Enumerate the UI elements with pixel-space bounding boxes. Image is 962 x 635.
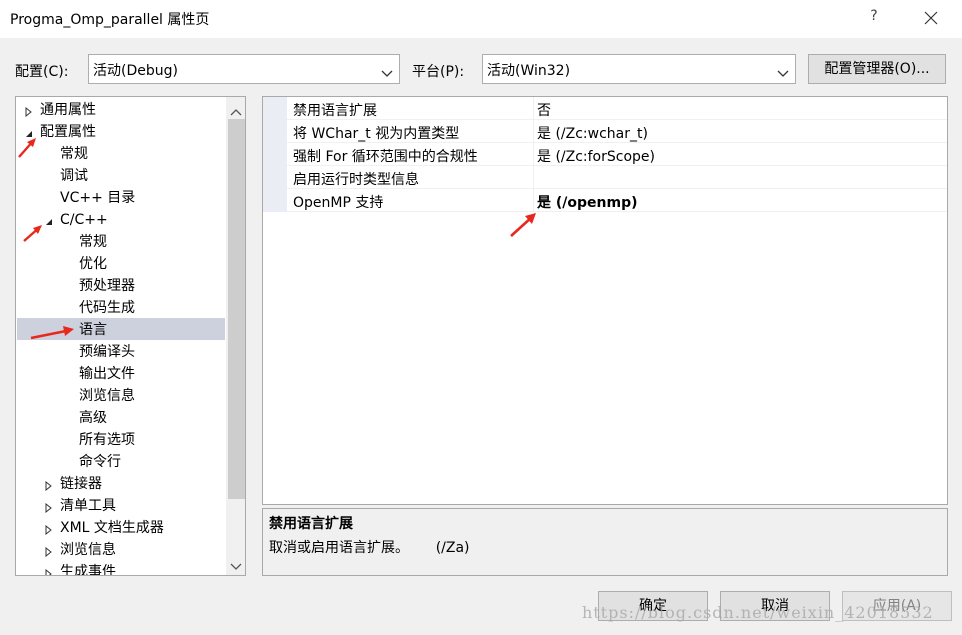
tree-item[interactable]: 浏览信息	[60, 539, 116, 561]
column-separator	[533, 166, 534, 189]
platform-value: 活动(Win32)	[487, 63, 571, 79]
close-icon[interactable]	[920, 7, 942, 29]
tree-item[interactable]: 预处理器	[79, 275, 135, 297]
property-value[interactable]: 是 (/Zc:forScope)	[537, 146, 655, 166]
tree-item[interactable]: 常规	[79, 231, 107, 253]
description-title: 禁用语言扩展	[269, 516, 353, 532]
expand-triangle-icon[interactable]	[24, 105, 34, 118]
tree-item[interactable]: 代码生成	[79, 297, 135, 319]
scroll-down-icon[interactable]	[230, 559, 242, 570]
tree-item[interactable]: 语言	[79, 319, 107, 341]
tree-item[interactable]: 预编译头	[79, 341, 135, 363]
row-gutter	[263, 120, 287, 143]
tree-item[interactable]: 所有选项	[79, 429, 135, 451]
property-name: 强制 For 循环范围中的合规性	[293, 149, 478, 165]
column-separator	[533, 120, 534, 143]
chevron-down-icon	[777, 66, 789, 77]
expand-triangle-icon[interactable]	[44, 479, 54, 492]
title-bar: Progma_Omp_parallel 属性页 ?	[0, 0, 962, 38]
annotation-arrow-icon	[23, 225, 42, 242]
property-row[interactable]: 强制 For 循环范围中的合规性 是 (/Zc:forScope)	[263, 143, 947, 166]
property-value[interactable]: 是 (/Zc:wchar_t)	[537, 123, 648, 143]
window-title: Progma_Omp_parallel 属性页	[10, 12, 210, 28]
expand-triangle-icon[interactable]	[44, 545, 54, 558]
description-text: 取消或启用语言扩展。 (/Za)	[269, 540, 470, 556]
property-name: OpenMP 支持	[293, 195, 384, 211]
scrollbar-thumb[interactable]	[228, 119, 245, 499]
tree-item[interactable]: 浏览信息	[79, 385, 135, 407]
config-label: 配置(C):	[15, 64, 69, 80]
tree-item[interactable]: VC++ 目录	[60, 187, 135, 209]
tree-item[interactable]: 生成事件	[60, 561, 116, 575]
platform-label: 平台(P):	[412, 64, 465, 80]
property-grid: 禁用语言扩展否将 WChar_t 视为内置类型是 (/Zc:wchar_t) 强制…	[262, 96, 948, 505]
tree-item[interactable]: 清单工具	[60, 495, 116, 517]
tree-item[interactable]: 高级	[79, 407, 107, 429]
property-row[interactable]: 将 WChar_t 视为内置类型 是 (/Zc:wchar_t)	[263, 120, 947, 143]
row-gutter	[263, 97, 287, 120]
tree-item[interactable]: 配置属性	[40, 121, 96, 143]
tree-item[interactable]: 调试	[60, 165, 88, 187]
annotation-arrow-icon	[18, 138, 36, 158]
property-row[interactable]: OpenMP 支持 是 (/openmp)	[263, 189, 947, 212]
column-separator	[533, 143, 534, 166]
platform-dropdown[interactable]: 活动(Win32)	[482, 54, 796, 84]
config-dropdown[interactable]: 活动(Debug)	[88, 54, 400, 84]
tree-item[interactable]: 通用属性	[40, 99, 96, 121]
row-gutter	[263, 189, 287, 212]
property-name: 将 WChar_t 视为内置类型	[293, 126, 460, 142]
tree-item[interactable]: XML 文档生成器	[60, 517, 164, 539]
tree-scrollbar[interactable]	[226, 97, 245, 575]
annotation-arrow-icon	[30, 326, 74, 340]
description-panel: 禁用语言扩展 取消或启用语言扩展。 (/Za)	[262, 508, 948, 576]
tree-item[interactable]: 输出文件	[79, 363, 135, 385]
tree-item[interactable]: 优化	[79, 253, 107, 275]
property-name: 禁用语言扩展	[293, 103, 377, 119]
property-value[interactable]: 否	[537, 100, 551, 120]
tree-item[interactable]: 常规	[60, 143, 88, 165]
config-manager-button[interactable]: 配置管理器(O)...	[808, 54, 946, 84]
row-gutter	[263, 166, 287, 189]
column-separator	[533, 189, 534, 212]
tree-item[interactable]: 链接器	[60, 473, 102, 495]
annotation-arrow-icon	[510, 213, 536, 237]
property-row[interactable]: 禁用语言扩展 否	[263, 97, 947, 120]
expand-triangle-icon[interactable]	[44, 501, 54, 514]
config-value: 活动(Debug)	[93, 63, 178, 79]
watermark: https://blog.csdn.net/weixin_42018532	[582, 603, 934, 622]
chevron-down-icon	[381, 66, 393, 77]
expand-triangle-icon[interactable]	[44, 567, 54, 575]
tree-item[interactable]: C/C++	[60, 209, 108, 231]
property-value[interactable]: 是 (/openmp)	[537, 192, 638, 212]
row-gutter	[263, 143, 287, 166]
help-button[interactable]: ?	[866, 8, 882, 24]
property-name: 启用运行时类型信息	[293, 172, 419, 188]
column-separator	[533, 97, 534, 120]
expand-triangle-icon[interactable]	[44, 523, 54, 536]
property-row[interactable]: 启用运行时类型信息	[263, 166, 947, 189]
tree-item[interactable]: 命令行	[79, 451, 121, 473]
scroll-up-icon[interactable]	[230, 104, 242, 116]
